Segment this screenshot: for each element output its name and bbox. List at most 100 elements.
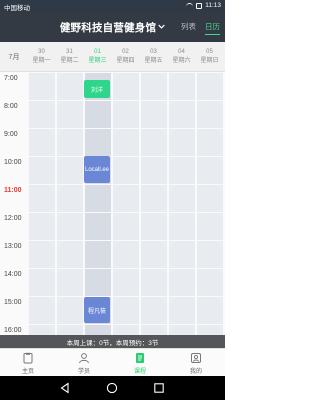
time-slot[interactable]	[57, 129, 83, 156]
tab-label: 我的	[189, 369, 202, 375]
time-slot[interactable]	[57, 325, 83, 335]
time-slot[interactable]	[113, 269, 139, 296]
time-slot[interactable]	[169, 269, 195, 296]
time-slot[interactable]	[57, 297, 83, 324]
time-slot[interactable]	[113, 73, 139, 100]
time-slot[interactable]	[57, 157, 83, 184]
time-slot[interactable]	[29, 241, 55, 268]
time-label: 16:00	[4, 327, 22, 334]
time-slot[interactable]	[169, 185, 195, 212]
back-icon[interactable]	[59, 382, 71, 394]
time-slot[interactable]	[141, 101, 167, 128]
time-slot[interactable]	[29, 101, 55, 128]
time-slot[interactable]	[57, 213, 83, 240]
time-slot[interactable]	[113, 129, 139, 156]
time-slot[interactable]	[113, 325, 139, 335]
time-label: 14:00	[4, 271, 22, 278]
page-title: 健野科技自营健身馆	[59, 21, 157, 34]
time-slot[interactable]	[113, 185, 139, 212]
time-slot[interactable]	[141, 325, 167, 335]
booking-event[interactable]: Locall.ee	[84, 156, 110, 183]
current-hour-label: 11:00	[4, 187, 22, 194]
time-slot[interactable]	[85, 101, 111, 128]
time-label: 7:00	[4, 75, 18, 82]
time-slot[interactable]	[29, 157, 55, 184]
time-slot[interactable]	[57, 73, 83, 100]
time-slot[interactable]	[29, 185, 55, 212]
time-slot[interactable]	[197, 73, 223, 100]
time-slot[interactable]	[29, 73, 55, 100]
time-slot[interactable]	[141, 213, 167, 240]
time-slot[interactable]	[85, 269, 111, 296]
time-slot[interactable]	[141, 73, 167, 100]
tab-courses[interactable]: 课程	[112, 352, 168, 375]
booking-event[interactable]: 程凡筱	[84, 297, 110, 323]
tab-students[interactable]: 学员	[56, 352, 112, 375]
time-slot[interactable]	[85, 213, 111, 240]
weekly-summary: 本周上课：0节，本周预约：3节	[0, 335, 225, 348]
calendar-grid[interactable]: 7:00 8:00 9:00 10:00 11:00 12:00 13:00 1…	[0, 72, 225, 335]
time-slot[interactable]	[57, 269, 83, 296]
tab-calendar[interactable]: 日历	[205, 21, 220, 35]
time-slot[interactable]	[169, 129, 195, 156]
time-slot[interactable]	[197, 269, 223, 296]
time-slot[interactable]	[85, 241, 111, 268]
time-slot[interactable]	[197, 241, 223, 268]
time-slot[interactable]	[197, 129, 223, 156]
time-slot[interactable]	[169, 325, 195, 335]
time-slot[interactable]	[29, 325, 55, 335]
day-header[interactable]: 04 星期六	[168, 48, 195, 65]
system-nav-bar	[0, 376, 225, 400]
status-bar: 中国移动 11:13	[0, 0, 225, 12]
time-label: 8:00	[4, 103, 18, 110]
time-slot[interactable]	[113, 101, 139, 128]
day-header[interactable]: 02 星期四	[112, 48, 139, 65]
time-slot[interactable]	[141, 129, 167, 156]
time-slot[interactable]	[141, 185, 167, 212]
home-icon[interactable]	[106, 382, 118, 394]
time-slot[interactable]	[29, 297, 55, 324]
time-slot[interactable]	[85, 325, 111, 335]
time-slot[interactable]	[113, 157, 139, 184]
day-weekday: 星期三	[88, 57, 107, 64]
day-header[interactable]: 05 星期日	[196, 48, 223, 65]
day-header-today[interactable]: 01 星期三	[84, 48, 111, 65]
time-slot[interactable]	[29, 213, 55, 240]
time-slot[interactable]	[197, 157, 223, 184]
time-slot[interactable]	[85, 129, 111, 156]
time-slot[interactable]	[197, 213, 223, 240]
time-slot[interactable]	[141, 269, 167, 296]
time-slot[interactable]	[197, 185, 223, 212]
time-slot[interactable]	[169, 297, 195, 324]
time-slot[interactable]	[113, 241, 139, 268]
time-slot[interactable]	[197, 297, 223, 324]
time-slot[interactable]	[29, 129, 55, 156]
time-slot[interactable]	[169, 241, 195, 268]
booking-event[interactable]: 刘洋	[84, 80, 110, 98]
time-slot[interactable]	[57, 241, 83, 268]
tab-list[interactable]: 列表	[181, 21, 196, 35]
day-date: 04	[178, 49, 185, 55]
time-slot[interactable]	[113, 297, 139, 324]
tab-mine[interactable]: 我的	[168, 352, 224, 375]
time-slot[interactable]	[29, 269, 55, 296]
time-slot[interactable]	[141, 157, 167, 184]
day-header[interactable]: 31 星期二	[56, 48, 83, 65]
recents-icon[interactable]	[153, 382, 165, 394]
time-slot[interactable]	[169, 157, 195, 184]
time-slot[interactable]	[57, 101, 83, 128]
time-slot[interactable]	[197, 325, 223, 335]
day-header[interactable]: 30 星期一	[28, 48, 55, 65]
time-slot[interactable]	[169, 101, 195, 128]
day-weekday: 星期五	[144, 57, 163, 64]
tab-home[interactable]: 主页	[0, 352, 56, 375]
time-slot[interactable]	[57, 185, 83, 212]
time-slot[interactable]	[197, 101, 223, 128]
time-slot[interactable]	[141, 297, 167, 324]
time-slot[interactable]	[169, 213, 195, 240]
day-header[interactable]: 03 星期五	[140, 48, 167, 65]
time-slot[interactable]	[169, 73, 195, 100]
time-slot[interactable]	[113, 213, 139, 240]
time-slot[interactable]	[141, 241, 167, 268]
time-slot[interactable]	[85, 185, 111, 212]
